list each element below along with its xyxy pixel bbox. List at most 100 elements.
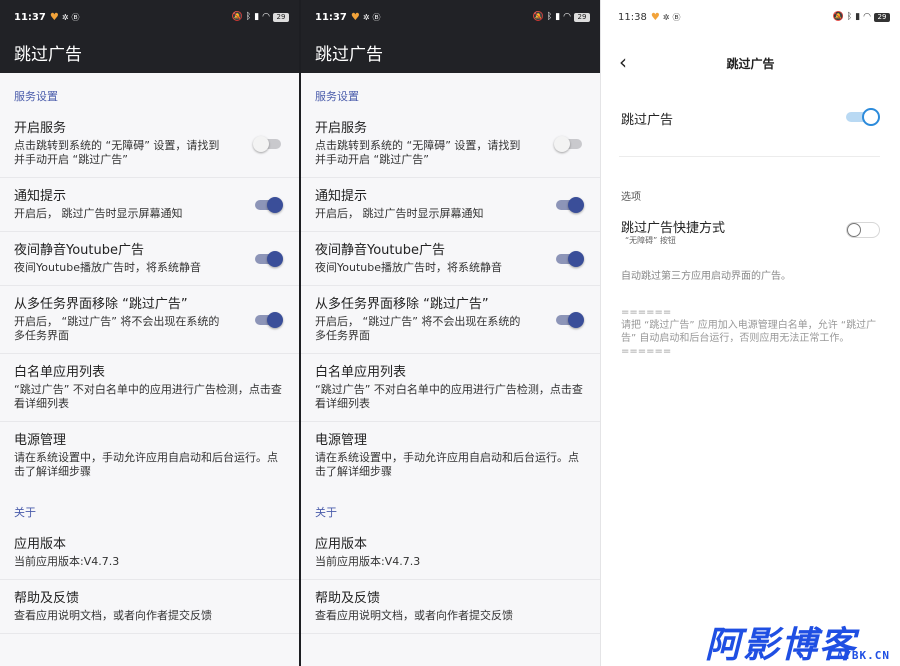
setting-title: 开启服务 — [315, 121, 368, 136]
setting-subtitle: 点击跳转到系统的 “无障碍” 设置，请找到并手动开启 “跳过广告” — [315, 139, 521, 166]
heart-icon: ♥ — [350, 11, 360, 23]
mute-icon: 🔕 — [832, 12, 844, 22]
hide-recents-switch[interactable] — [255, 311, 283, 328]
app-notification-icon: Ⓑ — [71, 12, 80, 22]
setting-title: 白名单应用列表 — [14, 365, 106, 380]
setting-title: 帮助及反馈 — [14, 591, 80, 606]
setting-help-feedback[interactable]: 帮助及反馈 查看应用说明文档，或者向作者提交反馈 — [301, 580, 600, 634]
setting-subtitle: “跳过广告” 不对白名单中的应用进行广告检测，点击查看详细列表 — [14, 383, 282, 410]
setting-power-management[interactable]: 电源管理 请在系统设置中，手动允许应用自启动和后台运行。点击了解详细步骤 — [301, 422, 600, 489]
setting-title: 帮助及反馈 — [315, 591, 381, 606]
app-bar: 11:37 ♥ ✲ Ⓑ 🔕 ᛒ ▮ ◠ 29 跳过广告 — [0, 0, 299, 73]
app-notification-icon: Ⓑ — [672, 12, 681, 22]
enable-service-switch[interactable] — [253, 135, 281, 152]
heart-icon: ♥ — [650, 11, 660, 23]
enable-service-switch[interactable] — [554, 135, 582, 152]
mute-icon: 🔕 — [532, 12, 544, 22]
wifi-icon: ◠ — [863, 12, 871, 22]
setting-whitelist[interactable]: 白名单应用列表 “跳过广告” 不对白名单中的应用进行广告检测，点击查看详细列表 — [0, 354, 299, 422]
phone-screen-1: 11:37 ♥ ✲ Ⓑ 🔕 ᛒ ▮ ◠ 29 跳过广告 服务设置 开启服务 点击… — [0, 0, 299, 666]
status-bar: 11:37 ♥ ✲ Ⓑ 🔕 ᛒ ▮ ◠ 29 — [315, 10, 590, 24]
mute-youtube-switch[interactable] — [556, 250, 584, 267]
setting-subtitle: 夜间Youtube播放广告时，将系统静音 — [14, 261, 201, 274]
section-about: 关于 — [315, 506, 337, 519]
heart-icon: ♥ — [49, 11, 59, 23]
shortcut-sublabel: “无障碍” 按钮 — [625, 236, 676, 245]
accessibility-settings-screen: 11:38 ♥ ✲ Ⓑ 🔕 ᛒ ▮ ◠ 29 ‹ 跳过广告 跳过广告 选项 跳过… — [601, 0, 900, 666]
note-body: 请把 “跳过广告” 应用加入电源管理白名单，允许 “跳过广告” 自动启动和后台运… — [621, 320, 877, 344]
bluetooth-icon: ᛒ — [846, 12, 853, 22]
signal-icon: ▮ — [855, 12, 861, 22]
app-notification-icon: Ⓑ — [372, 12, 381, 22]
note-rule-bottom: ====== — [621, 346, 672, 357]
setting-mute-youtube[interactable]: 夜间静音Youtube广告 夜间Youtube播放广告时，将系统静音 — [301, 232, 600, 286]
notification-switch[interactable] — [255, 196, 283, 213]
setting-title: 通知提示 — [315, 189, 368, 204]
notification-icon: ✲ — [61, 12, 69, 22]
setting-title: 电源管理 — [14, 433, 67, 448]
page-title: 跳过广告 — [315, 45, 383, 65]
battery-icon: 29 — [574, 12, 590, 22]
shortcut-toggle[interactable] — [846, 222, 880, 238]
note-rule-top: ====== — [621, 307, 672, 318]
setting-title: 从多任务界面移除 “跳过广告” — [14, 297, 188, 312]
setting-subtitle: 当前应用版本:V4.7.3 — [14, 555, 120, 568]
service-note: ====== 请把 “跳过广告” 应用加入电源管理白名单，允许 “跳过广告” 自… — [621, 306, 885, 358]
status-time: 11:38 — [618, 11, 647, 23]
setting-title: 开启服务 — [14, 121, 67, 136]
setting-enable-service[interactable]: 开启服务 点击跳转到系统的 “无障碍” 设置，请找到并手动开启 “跳过广告” — [0, 110, 299, 178]
divider — [619, 156, 880, 157]
setting-hide-recents[interactable]: 从多任务界面移除 “跳过广告” 开启后， “跳过广告” 将不会出现在系统的多任务… — [0, 286, 299, 354]
hide-recents-switch[interactable] — [556, 311, 584, 328]
status-icons: 🔕 ᛒ ▮ ◠ 29 — [232, 12, 289, 22]
notification-icon: ✲ — [362, 12, 370, 22]
setting-subtitle: 请在系统设置中，手动允许应用自启动和后台运行。点击了解详细步骤 — [14, 451, 278, 478]
setting-subtitle: 当前应用版本:V4.7.3 — [315, 555, 421, 568]
setting-hide-recents[interactable]: 从多任务界面移除 “跳过广告” 开启后， “跳过广告” 将不会出现在系统的多任务… — [301, 286, 600, 354]
watermark-logo: 阿影博客 AYBK.CN — [701, 618, 896, 666]
setting-title: 电源管理 — [315, 433, 368, 448]
setting-app-version[interactable]: 应用版本 当前应用版本:V4.7.3 — [0, 526, 299, 580]
status-time: 11:37 — [315, 11, 347, 23]
section-service-settings: 服务设置 — [14, 90, 58, 103]
phone-screen-2: 11:37 ♥ ✲ Ⓑ 🔕 ᛒ ▮ ◠ 29 跳过广告 服务设置 开启服务 点击… — [301, 0, 600, 666]
notification-switch[interactable] — [556, 196, 584, 213]
app-bar: 11:37 ♥ ✲ Ⓑ 🔕 ᛒ ▮ ◠ 29 跳过广告 — [301, 0, 600, 73]
setting-power-management[interactable]: 电源管理 请在系统设置中，手动允许应用自启动和后台运行。点击了解详细步骤 — [0, 422, 299, 489]
page-title: 跳过广告 — [726, 57, 775, 71]
signal-icon: ▮ — [555, 12, 561, 22]
setting-notification[interactable]: 通知提示 开启后， 跳过广告时显示屏幕通知 — [301, 178, 600, 232]
status-icons: 🔕 ᛒ ▮ ◠ 29 — [533, 12, 590, 22]
setting-enable-service[interactable]: 开启服务 点击跳转到系统的 “无障碍” 设置，请找到并手动开启 “跳过广告” — [301, 110, 600, 178]
setting-whitelist[interactable]: 白名单应用列表 “跳过广告” 不对白名单中的应用进行广告检测，点击查看详细列表 — [301, 354, 600, 422]
section-about: 关于 — [14, 506, 36, 519]
setting-subtitle: 开启后， “跳过广告” 将不会出现在系统的多任务界面 — [14, 315, 220, 342]
setting-title: 通知提示 — [14, 189, 67, 204]
setting-title: 应用版本 — [315, 537, 368, 552]
main-toggle-label: 跳过广告 — [621, 113, 674, 128]
signal-icon: ▮ — [254, 12, 260, 22]
setting-subtitle: 请在系统设置中，手动允许应用自启动和后台运行。点击了解详细步骤 — [315, 451, 579, 478]
setting-subtitle: 查看应用说明文档，或者向作者提交反馈 — [315, 609, 513, 622]
mute-icon: 🔕 — [231, 12, 243, 22]
status-bar: 11:38 ♥ ✲ Ⓑ 🔕 ᛒ ▮ ◠ 29 — [618, 10, 890, 24]
setting-subtitle: 开启后， 跳过广告时显示屏幕通知 — [315, 207, 484, 220]
setting-app-version[interactable]: 应用版本 当前应用版本:V4.7.3 — [301, 526, 600, 580]
setting-notification[interactable]: 通知提示 开启后， 跳过广告时显示屏幕通知 — [0, 178, 299, 232]
setting-help-feedback[interactable]: 帮助及反馈 查看应用说明文档，或者向作者提交反馈 — [0, 580, 299, 634]
setting-title: 从多任务界面移除 “跳过广告” — [315, 297, 489, 312]
setting-mute-youtube[interactable]: 夜间静音Youtube广告 夜间Youtube播放广告时，将系统静音 — [0, 232, 299, 286]
shortcut-label: 跳过广告快捷方式 — [621, 221, 726, 236]
main-service-toggle[interactable] — [846, 108, 880, 126]
status-time: 11:37 — [14, 11, 46, 23]
bluetooth-icon: ᛒ — [245, 12, 252, 22]
setting-title: 夜间静音Youtube广告 — [14, 243, 144, 258]
setting-subtitle: “跳过广告” 不对白名单中的应用进行广告检测，点击查看详细列表 — [315, 383, 583, 410]
service-description: 自动跳过第三方应用启动界面的广告。 — [621, 271, 791, 282]
setting-subtitle: 夜间Youtube播放广告时，将系统静音 — [315, 261, 502, 274]
watermark-text: 阿影博客 — [705, 625, 858, 666]
wifi-icon: ◠ — [262, 12, 270, 22]
bluetooth-icon: ᛒ — [546, 12, 553, 22]
mute-youtube-switch[interactable] — [255, 250, 283, 267]
setting-title: 白名单应用列表 — [315, 365, 407, 380]
